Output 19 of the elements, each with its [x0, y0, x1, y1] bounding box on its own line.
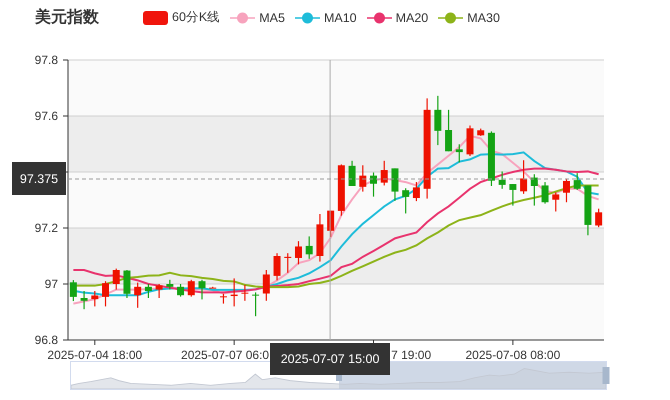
- y-axis-label: 97.2: [34, 221, 58, 235]
- y-axis-label: 97.6: [34, 109, 58, 123]
- legend-label[interactable]: MA5: [259, 10, 285, 24]
- x-axis-label: 2025-07-08 08:00: [466, 348, 560, 362]
- x-axis-label: 7 19:00: [391, 348, 432, 362]
- x-axis-label: 2025-07-07 06:0: [181, 348, 270, 362]
- slider-handle[interactable]: [602, 367, 610, 384]
- y-axis-label: 97: [44, 277, 58, 291]
- legend-label[interactable]: 60分K线: [172, 9, 220, 26]
- y-axis-label: 97.8: [34, 53, 58, 67]
- legend-label[interactable]: MA20: [396, 10, 428, 24]
- legend-label[interactable]: MA30: [467, 10, 500, 24]
- y-value-text: 97.375: [20, 172, 58, 186]
- chart-title: 美元指数: [35, 7, 99, 28]
- y-value-tooltip: [12, 162, 66, 195]
- x-axis-label: 2025-07-04 18:00: [47, 348, 142, 362]
- y-axis-label: 96.8: [34, 333, 58, 347]
- legend-label[interactable]: MA10: [324, 10, 357, 24]
- x-value-tooltip: 2025-07-07 15:00: [270, 343, 390, 375]
